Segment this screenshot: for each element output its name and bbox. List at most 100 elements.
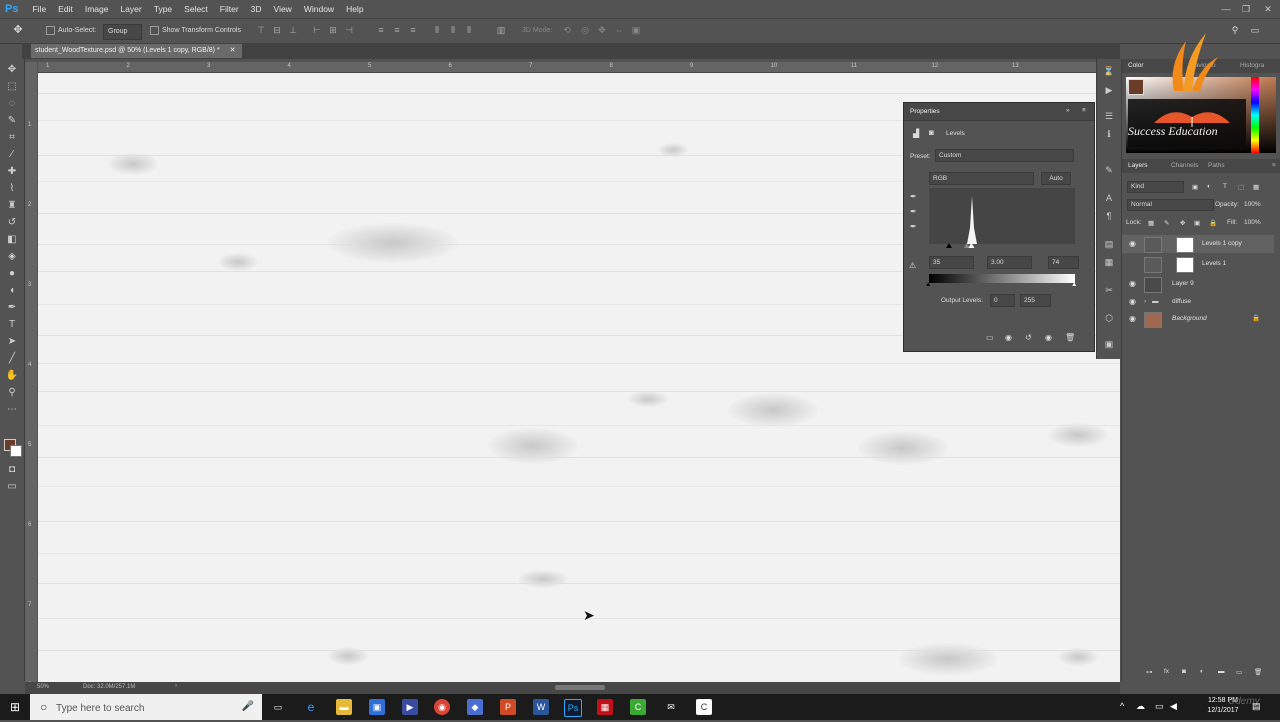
channel-dropdown[interactable]: RGB — [929, 172, 1034, 185]
chrome-icon[interactable]: ◉ — [434, 699, 450, 715]
menu-filter[interactable]: Filter — [214, 4, 245, 14]
tray-arrow-icon[interactable]: ^ — [1120, 701, 1124, 711]
layer-row-levels-1-copy[interactable]: ◉ Levels 1 copy — [1122, 235, 1274, 253]
dodge-tool-icon[interactable]: ◖ — [5, 284, 19, 298]
visibility-eye-icon[interactable]: ◉ — [1129, 314, 1138, 323]
filter-smart-object-icon[interactable]: ▦ — [1253, 183, 1259, 191]
auto-select-target-dropdown[interactable]: Group — [103, 24, 143, 40]
mask-icon[interactable]: ◙ — [929, 128, 934, 137]
align-vcenter-icon[interactable]: ⊟ — [272, 26, 282, 35]
add-mask-icon[interactable]: ◙ — [1182, 668, 1186, 675]
layer-row-diffuse[interactable]: ◉ › ▬ diffuse — [1122, 293, 1274, 311]
search-icon[interactable]: ⚲ — [1230, 26, 1240, 35]
adjustments-panel-icon[interactable]: ▦ — [1102, 255, 1116, 269]
tab-color[interactable]: Color — [1128, 62, 1144, 69]
styles-panel-icon[interactable]: ▣ — [1102, 337, 1116, 351]
move-tool-icon[interactable]: ✥ — [13, 25, 23, 36]
align-top-icon[interactable]: ⊤ — [256, 26, 266, 35]
3d-scale-icon[interactable]: ▣ — [631, 26, 641, 35]
opacity-value[interactable]: 100% — [1244, 201, 1261, 208]
notifications-icon[interactable]: ▤ — [1252, 701, 1261, 712]
output-white-field[interactable]: 255 — [1020, 294, 1051, 307]
actions-panel-icon[interactable]: ▶ — [1102, 83, 1116, 97]
character-panel-icon[interactable]: A — [1102, 191, 1116, 205]
libraries-panel-icon[interactable]: ▤ — [1102, 237, 1116, 251]
menu-image[interactable]: Image — [79, 4, 115, 14]
line-tool-icon[interactable]: ╱ — [5, 352, 19, 366]
mail-icon[interactable]: ✉ — [663, 699, 679, 715]
document-tab[interactable]: student_WoodTexture.psd @ 50% (Levels 1 … — [31, 44, 242, 58]
3d-panel-icon[interactable]: ⬡ — [1102, 311, 1116, 325]
filter-shape-icon[interactable]: ⬚ — [1238, 183, 1244, 191]
menu-select[interactable]: Select — [178, 4, 214, 14]
filter-type-icon[interactable]: T — [1223, 183, 1227, 190]
auto-align-icon[interactable]: ▥ — [496, 26, 506, 35]
network-icon[interactable]: ▭ — [1155, 701, 1164, 712]
restore-icon[interactable]: ❐ — [1236, 0, 1256, 18]
delete-adjustment-icon[interactable]: 🗑 — [1065, 333, 1075, 342]
tab-layers[interactable]: Layers — [1128, 162, 1148, 169]
history-brush-tool-icon[interactable]: ↺ — [5, 216, 19, 230]
auto-button[interactable]: Auto — [1041, 172, 1071, 185]
brush-tool-icon[interactable]: ⌇ — [5, 182, 19, 196]
visibility-eye-icon[interactable]: ◉ — [1129, 239, 1138, 248]
view-previous-state-icon[interactable]: ◉ — [1005, 333, 1012, 342]
align-hcenter-icon[interactable]: ⊞ — [328, 26, 338, 35]
marquee-tool-icon[interactable]: ⬚ — [5, 80, 19, 94]
menu-type[interactable]: Type — [148, 4, 178, 14]
blend-mode-dropdown[interactable]: Normal — [1127, 199, 1214, 211]
healing-brush-tool-icon[interactable]: ✚ — [5, 165, 19, 179]
editor-icon[interactable]: C — [696, 699, 712, 715]
auto-select-checkbox[interactable]: Auto-Select: — [46, 24, 96, 38]
input-mid-field[interactable]: 3.00 — [987, 256, 1032, 269]
horizontal-scrollbar[interactable] — [555, 685, 605, 690]
toggle-visibility-icon[interactable]: ◉ — [1045, 333, 1052, 342]
minimize-icon[interactable]: — — [1216, 0, 1236, 18]
3d-roll-icon[interactable]: ◎ — [580, 26, 590, 35]
background-color-swatch[interactable] — [10, 445, 22, 457]
distribute-hcenter-icon[interactable]: ⫴ — [448, 26, 458, 35]
fill-value[interactable]: 100% — [1244, 219, 1261, 226]
clipping-warning-icon[interactable]: ⚠ — [909, 261, 916, 270]
type-tool-icon[interactable]: T — [5, 318, 19, 332]
crop-tool-icon[interactable]: ⌗ — [5, 131, 19, 145]
menu-help[interactable]: Help — [340, 4, 369, 14]
filter-adjustment-icon[interactable]: ◐ — [1207, 183, 1211, 190]
lock-image-icon[interactable]: ✎ — [1164, 219, 1169, 227]
3d-drag-icon[interactable]: ✥ — [597, 26, 607, 35]
white-eyedropper-icon[interactable]: ✒ — [910, 222, 917, 231]
distribute-top-icon[interactable]: ≡ — [376, 26, 386, 35]
align-bottom-icon[interactable]: ⊥ — [288, 26, 298, 35]
tools-panel-icon[interactable]: ✂ — [1102, 283, 1116, 297]
new-adjustment-icon[interactable]: ◐ — [1200, 668, 1204, 675]
layer-row-levels-1[interactable]: ◉ Levels 1 — [1122, 255, 1274, 273]
preset-dropdown[interactable]: Custom — [935, 149, 1074, 162]
panel-menu-icon[interactable]: ≡ — [1082, 107, 1086, 114]
app-icon[interactable]: ◆ — [467, 699, 483, 715]
input-white-field[interactable]: 74 — [1048, 256, 1079, 269]
output-black-field[interactable]: 0 — [990, 294, 1015, 307]
info-panel-icon[interactable]: ℹ — [1102, 127, 1116, 141]
workspace-icon[interactable]: ▭ — [1250, 26, 1260, 35]
status-menu-icon[interactable]: › — [175, 683, 177, 689]
powerpoint-icon[interactable]: P — [500, 699, 516, 715]
task-view-icon[interactable]: ▭ — [270, 699, 286, 715]
visibility-off-icon[interactable]: ◉ — [1129, 259, 1138, 268]
align-right-icon[interactable]: ⊣ — [344, 26, 354, 35]
lock-transparent-icon[interactable]: ▦ — [1148, 219, 1154, 227]
screen-mode-icon[interactable]: ▭ — [5, 480, 19, 494]
zoom-level[interactable]: 50% — [37, 684, 49, 690]
eyedropper-tool-icon[interactable]: ⁄ — [5, 148, 19, 162]
edge-icon[interactable]: e — [303, 699, 319, 715]
close-tab-icon[interactable]: ✕ — [230, 47, 236, 54]
layer-filter-dropdown[interactable]: Kind — [1127, 181, 1184, 193]
lock-all-icon[interactable]: 🔒 — [1209, 219, 1217, 227]
input-black-field[interactable]: 35 — [929, 256, 974, 269]
lock-position-icon[interactable]: ✥ — [1180, 219, 1185, 227]
distribute-vcenter-icon[interactable]: ≡ — [392, 26, 402, 35]
3d-slide-icon[interactable]: ⇔ — [614, 26, 624, 35]
foreground-swatch[interactable] — [1128, 79, 1144, 95]
more-tools-icon[interactable]: ⋯ — [5, 403, 19, 417]
hand-tool-icon[interactable]: ✋ — [5, 369, 19, 383]
pen-tool-icon[interactable]: ✒ — [5, 301, 19, 315]
